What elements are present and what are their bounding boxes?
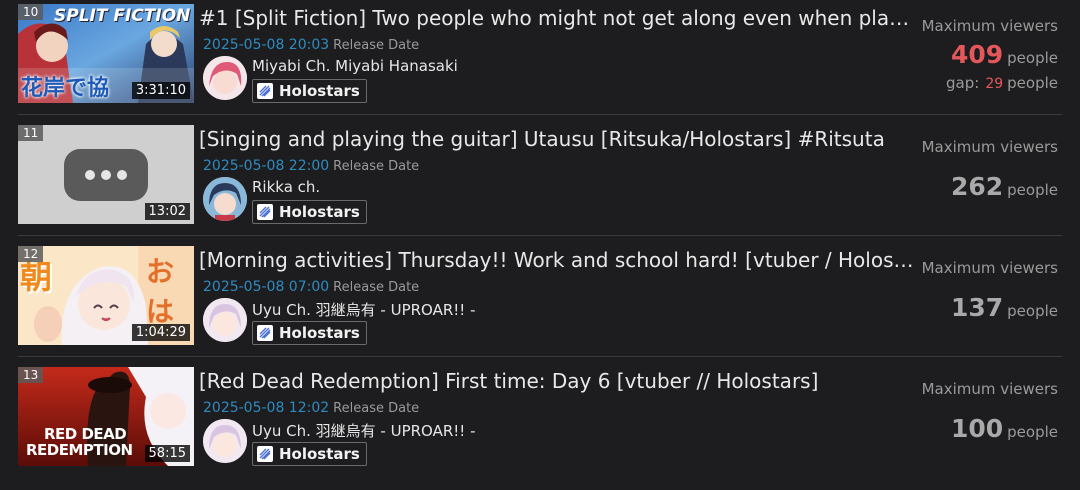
viewer-count: 409 <box>950 40 1004 69</box>
org-tag[interactable]: Holostars <box>252 200 367 224</box>
release-info: 2025-05-08 22:00 Release Date <box>203 158 419 174</box>
rank-badge: 13 <box>18 367 44 383</box>
rank-badge: 12 <box>18 246 44 262</box>
duration-badge: 3:31:10 <box>131 82 190 99</box>
gap-unit: people <box>1007 74 1058 92</box>
list-item: 朝 おは 12 1:04:29 [Morning activities] Thu… <box>0 242 1080 363</box>
holostars-logo-icon <box>257 446 273 462</box>
release-date-label: Release Date <box>333 280 420 295</box>
viewer-count: 262 <box>950 172 1004 201</box>
viewer-count: 137 <box>950 293 1004 322</box>
video-thumbnail[interactable]: 朝 おは 12 1:04:29 <box>18 246 194 345</box>
avatar[interactable] <box>203 56 247 100</box>
holostars-logo-icon <box>257 204 273 220</box>
avatar-art <box>203 56 247 100</box>
video-thumbnail[interactable]: RED DEAD REDEMPTION 13 58:15 <box>18 367 194 466</box>
avatar[interactable] <box>203 298 247 342</box>
video-title[interactable]: [Red Dead Redemption] First time: Day 6 … <box>199 369 919 393</box>
release-info: 2025-05-08 07:00 Release Date <box>203 279 419 295</box>
stream-ranking-list: SPLIT FICTION 花岸で協 10 3:31:10 #1 [Split … <box>0 0 1080 490</box>
org-tag-label: Holostars <box>279 445 360 463</box>
org-tag-label: Holostars <box>279 203 360 221</box>
list-item: RED DEAD REDEMPTION 13 58:15 [Red Dead R… <box>0 363 1080 484</box>
release-date-label: Release Date <box>333 401 420 416</box>
release-info: 2025-05-08 12:02 Release Date <box>203 400 419 416</box>
avatar-art <box>203 298 247 342</box>
video-title[interactable]: [Morning activities] Thursday!! Work and… <box>199 248 919 272</box>
duration-badge: 1:04:29 <box>131 324 190 341</box>
viewer-unit: people <box>1007 49 1058 67</box>
release-date: 2025-05-08 22:00 <box>203 158 330 174</box>
duration-badge: 13:02 <box>144 203 190 220</box>
channel-name[interactable]: Uyu Ch. 羽継烏有 - UPROAR!! - <box>252 420 475 441</box>
video-thumbnail[interactable]: SPLIT FICTION 花岸で協 10 3:31:10 <box>18 4 194 103</box>
list-item: SPLIT FICTION 花岸で協 10 3:31:10 #1 [Split … <box>0 0 1080 121</box>
org-tag[interactable]: Holostars <box>252 79 367 103</box>
holostars-logo-icon <box>257 83 273 99</box>
channel-name[interactable]: Uyu Ch. 羽継烏有 - UPROAR!! - <box>252 299 475 320</box>
holostars-logo-icon <box>257 325 273 341</box>
max-viewers-label: Maximum viewers <box>921 259 1058 277</box>
list-item: 11 13:02 [Singing and playing the guitar… <box>0 121 1080 242</box>
avatar-art <box>203 419 247 463</box>
video-title[interactable]: #1 [Split Fiction] Two people who might … <box>199 6 919 30</box>
org-tag[interactable]: Holostars <box>252 321 367 345</box>
max-viewers-label: Maximum viewers <box>921 17 1058 35</box>
thumbnail-caption-right: おは <box>146 255 175 328</box>
release-date: 2025-05-08 12:02 <box>203 400 330 416</box>
duration-badge: 58:15 <box>144 445 190 462</box>
thumbnail-caption-bottom: 花岸で協 <box>21 76 110 101</box>
rank-badge: 10 <box>18 4 44 20</box>
avatar[interactable] <box>203 419 247 463</box>
org-tag-label: Holostars <box>279 82 360 100</box>
org-tag[interactable]: Holostars <box>252 442 367 466</box>
thumbnail-caption-bottom: REDEMPTION <box>26 441 133 459</box>
avatar-art <box>203 177 247 221</box>
divider <box>18 235 1062 236</box>
release-date-label: Release Date <box>333 159 420 174</box>
viewer-unit: people <box>1007 302 1058 320</box>
divider <box>18 356 1062 357</box>
org-tag-label: Holostars <box>279 324 360 342</box>
viewer-unit: people <box>1007 181 1058 199</box>
video-thumbnail[interactable]: 11 13:02 <box>18 125 194 224</box>
release-date-label: Release Date <box>333 38 420 53</box>
gap-label: gap: <box>946 74 980 92</box>
gap-count: 29 <box>985 76 1004 92</box>
viewer-gap: gap: 29 people <box>946 74 1058 92</box>
channel-name[interactable]: Miyabi Ch. Miyabi Hanasaki <box>252 57 458 75</box>
max-viewers: 409 people <box>951 40 1058 69</box>
channel-name[interactable]: Rikka ch. <box>252 178 320 196</box>
max-viewers-label: Maximum viewers <box>921 380 1058 398</box>
thumbnail-caption-top: SPLIT FICTION <box>54 6 191 26</box>
max-viewers: 262 people <box>951 172 1058 201</box>
viewer-unit: people <box>1007 423 1058 441</box>
max-viewers: 137 people <box>951 293 1058 322</box>
release-info: 2025-05-08 20:03 Release Date <box>203 37 419 53</box>
video-title[interactable]: [Singing and playing the guitar] Utausu … <box>199 127 919 151</box>
release-date: 2025-05-08 07:00 <box>203 279 330 295</box>
rank-badge: 11 <box>18 125 44 141</box>
viewer-count: 100 <box>950 414 1004 443</box>
max-viewers: 100 people <box>951 414 1058 443</box>
release-date: 2025-05-08 20:03 <box>203 37 330 53</box>
avatar[interactable] <box>203 177 247 221</box>
max-viewers-label: Maximum viewers <box>921 138 1058 156</box>
divider <box>18 114 1062 115</box>
